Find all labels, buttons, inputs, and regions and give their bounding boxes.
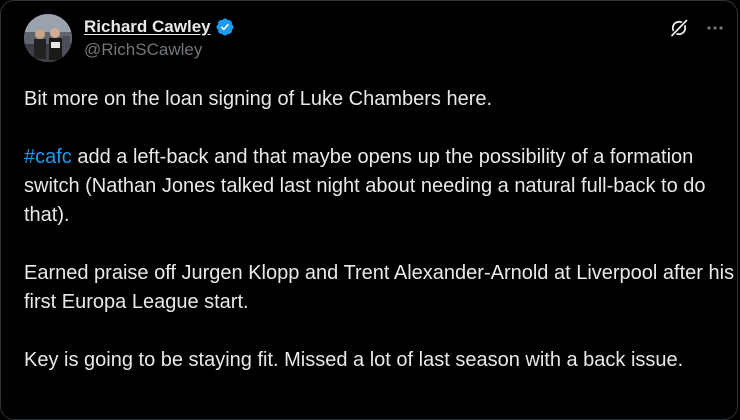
tweet-actions-top	[669, 18, 725, 38]
display-name[interactable]: Richard Cawley	[84, 17, 211, 37]
hashtag-link[interactable]: #cafc	[24, 146, 72, 168]
tweet-body: Bit more on the loan signing of Luke Cha…	[24, 85, 736, 404]
grok-icon[interactable]	[669, 18, 689, 38]
verified-badge-icon	[215, 17, 235, 37]
tweet-paragraph-3: Earned praise off Jurgen Klopp and Trent…	[24, 262, 735, 313]
tweet-paragraph-2: #cafc add a left-back and that maybe ope…	[24, 143, 736, 230]
profile-photo-icon	[24, 14, 72, 62]
author-handle[interactable]: @RichSCawley	[84, 40, 235, 60]
avatar[interactable]	[24, 14, 72, 62]
name-row: Richard Cawley	[84, 15, 235, 39]
more-options-icon[interactable]	[705, 18, 725, 38]
tweet-paragraph-4: Key is going to be staying fit. Missed a…	[24, 349, 684, 371]
tweet-header: Richard Cawley @RichSCawley	[24, 14, 235, 64]
tweet-paragraph-1: Bit more on the loan signing of Luke Cha…	[24, 88, 493, 110]
tweet-card: Richard Cawley @RichSCawley Bit more on …	[0, 0, 738, 420]
author-names: Richard Cawley @RichSCawley	[84, 15, 235, 60]
tweet-paragraph-2-text: add a left-back and that maybe opens up …	[24, 146, 706, 226]
